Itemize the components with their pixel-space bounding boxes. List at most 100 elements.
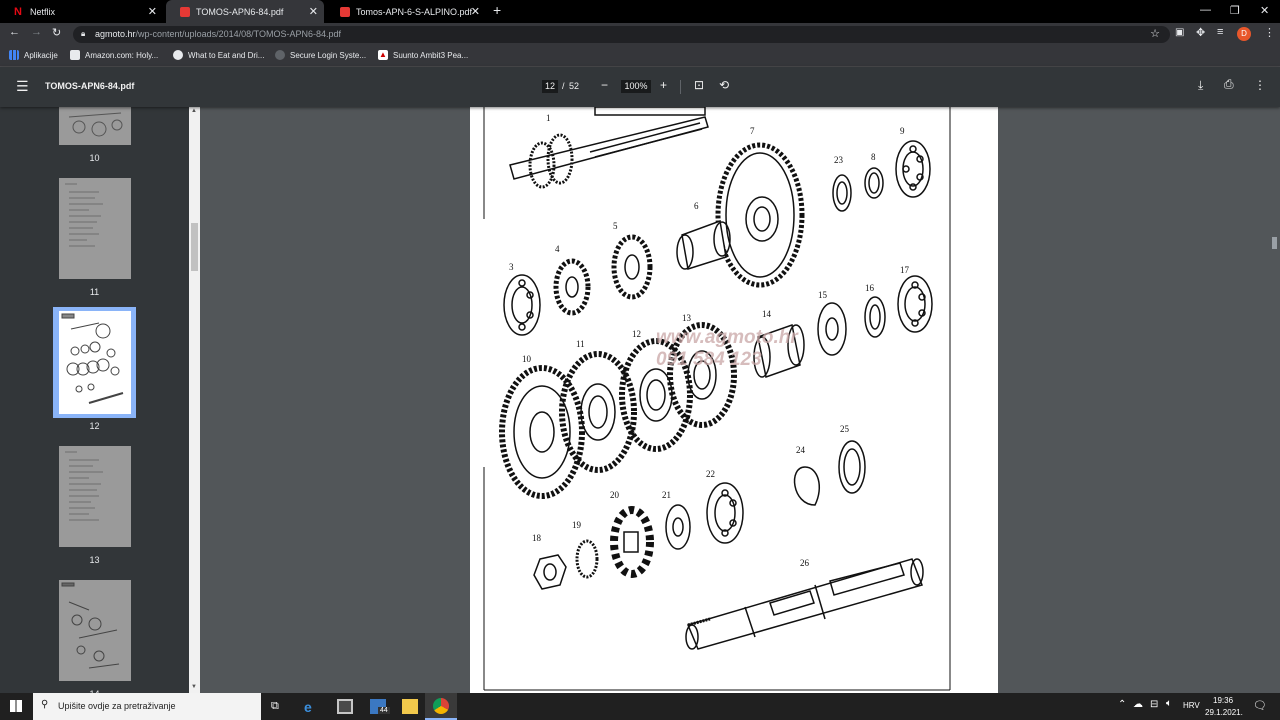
restore-button[interactable]: ❐ [1230, 4, 1240, 17]
store-icon[interactable] [337, 699, 353, 714]
puzzle-icon[interactable]: ✥ [1196, 26, 1205, 39]
close-icon[interactable]: ✕ [471, 5, 480, 18]
menu-icon[interactable]: ⋮ [1264, 26, 1275, 39]
taskbar-search-box[interactable]: ⚲ Upišite ovdje za pretraživanje [33, 693, 261, 720]
address-bar[interactable]: 🔒︎ agmoto.hr/wp-content/uploads/2014/08/… [73, 26, 1170, 43]
print-icon[interactable]: ⎙ [1224, 77, 1234, 92]
bookmark-amazon[interactable]: Amazon.com: Holy... [70, 50, 158, 60]
close-window-button[interactable]: ✕ [1260, 4, 1269, 17]
file-explorer-icon[interactable] [402, 699, 418, 714]
bookmark-what-to-eat[interactable]: What to Eat and Dri... [173, 50, 264, 60]
zoom-input[interactable]: 100% [621, 80, 651, 93]
part-label: 6 [694, 201, 699, 211]
thumbnail-text-lines [65, 451, 103, 521]
sidebar-scrollbar[interactable]: ▲ ▼ [189, 107, 200, 693]
download-icon[interactable]: ⤓ [1198, 78, 1203, 93]
bookmark-secure-login[interactable]: Secure Login Syste... [275, 50, 366, 60]
part-19-lock-washer [575, 539, 599, 579]
part-21-spacer [665, 504, 691, 550]
thumbnail-sidebar: 10 11 12 13 14 [0, 107, 189, 693]
reading-list-icon[interactable]: ≡ [1217, 26, 1223, 38]
zoom-out-icon[interactable]: − [601, 78, 608, 92]
part-4-gear [553, 258, 591, 316]
thumbnail-page-12[interactable] [59, 311, 131, 414]
part-20-sprocket [610, 506, 654, 578]
browser-toolbar: ← → ↻ 🔒︎ agmoto.hr/wp-content/uploads/20… [0, 23, 1280, 45]
tab-tomos-alpino[interactable]: Tomos-APN-6-S-ALPINO.pdf ✕ [326, 0, 486, 23]
rotate-icon[interactable]: ⟲ [719, 78, 729, 92]
watermark-url: www.agmoto.hr [656, 327, 799, 348]
bookmark-label: Secure Login Syste... [290, 50, 367, 60]
part-label: 25 [840, 424, 850, 434]
edge-icon[interactable]: e [304, 699, 320, 715]
fit-page-icon[interactable]: ⊡ [694, 78, 704, 92]
thumbnail-text-lines [65, 183, 103, 247]
scroll-down-arrow-icon[interactable]: ▼ [191, 684, 197, 690]
clock-time[interactable]: 19:36 [1213, 696, 1233, 705]
chrome-taskbar-button[interactable] [425, 693, 457, 720]
part-5-gear [611, 234, 653, 300]
part-10-gear [499, 365, 585, 499]
thumbnail-number: 12 [89, 421, 100, 431]
extension-icon[interactable]: ▣ [1175, 27, 1184, 38]
part-7-large-gear [715, 142, 805, 288]
volume-icon[interactable]: 🔈︎ [1166, 698, 1172, 709]
pdf-title: TOMOS-APN6-84.pdf [45, 81, 135, 91]
part-label: 9 [900, 126, 905, 136]
part-label: 5 [613, 221, 618, 231]
scrollbar-thumb[interactable] [1272, 237, 1277, 249]
language-indicator[interactable]: HRV [1183, 701, 1200, 710]
thumbnail-page-10[interactable] [59, 107, 131, 145]
search-icon: ⚲ [41, 699, 49, 710]
page-separator: / [562, 81, 565, 91]
zoom-in-icon[interactable]: + [660, 78, 667, 92]
notification-icon[interactable]: 🗨︎ [1253, 699, 1267, 712]
part-label: 8 [871, 152, 876, 162]
tab-netflix[interactable]: N Netflix ✕ [0, 0, 163, 23]
tab-tomos-apn6-84[interactable]: TOMOS-APN6-84.pdf ✕ [166, 0, 324, 23]
part-label: 17 [900, 265, 910, 275]
cloud-icon[interactable]: ☁ [1133, 699, 1143, 710]
bookmark-star-icon[interactable]: ☆ [1150, 27, 1160, 40]
globe-icon [173, 50, 183, 60]
page-number-input[interactable]: 12 [542, 80, 558, 93]
network-icon[interactable]: ⊟ [1150, 699, 1158, 710]
bookmark-label: Suunto Ambit3 Pea... [393, 50, 469, 60]
new-tab-button[interactable]: + [493, 2, 501, 18]
windows-start-icon[interactable] [10, 700, 22, 712]
close-icon[interactable]: ✕ [309, 5, 318, 18]
part-label: 10 [522, 354, 532, 364]
forward-icon[interactable]: → [31, 26, 42, 38]
part-label: 21 [662, 490, 671, 500]
back-icon[interactable]: ← [9, 26, 20, 38]
bookmark-label: Amazon.com: Holy... [85, 50, 159, 60]
thumbnail-page-13[interactable] [59, 446, 131, 547]
profile-avatar[interactable]: D [1237, 27, 1251, 41]
bookmark-label: What to Eat and Dri... [188, 50, 265, 60]
hamburger-menu-icon[interactable]: ☰ [16, 78, 29, 95]
scroll-up-arrow-icon[interactable]: ▲ [191, 108, 197, 114]
amazon-icon [70, 50, 80, 60]
part-label: 16 [865, 283, 875, 293]
clock-date[interactable]: 29.1.2021. [1205, 708, 1243, 717]
watermark-phone: 091 584 123 [656, 349, 762, 370]
reload-icon[interactable]: ↻ [52, 26, 61, 39]
part-label: 7 [750, 126, 755, 136]
thumbnail-drawing [61, 313, 124, 404]
part-label: 26 [800, 558, 810, 568]
part-17-bearing [897, 275, 933, 333]
thumbnail-page-14[interactable] [59, 580, 131, 681]
part-15-washer [817, 302, 847, 356]
more-options-icon[interactable]: ⋮ [1254, 78, 1266, 92]
pdf-page: 1 7 9 23 8 6 5 4 3 14 15 16 17 13 12 11 … [470, 107, 998, 693]
scrollbar-thumb[interactable] [191, 223, 198, 271]
minimize-button[interactable]: — [1200, 4, 1211, 16]
bookmark-suunto[interactable]: ▲ Suunto Ambit3 Pea... [378, 50, 468, 60]
task-view-icon[interactable]: ⧉ [271, 700, 279, 713]
part-label: 11 [576, 339, 585, 349]
main-scrollbar[interactable] [1269, 107, 1280, 693]
close-icon[interactable]: ✕ [148, 5, 157, 18]
bookmark-apps[interactable]: Aplikacije [9, 50, 58, 60]
chevron-up-icon[interactable]: ⌃ [1118, 699, 1126, 710]
thumbnail-page-11[interactable] [59, 178, 131, 279]
